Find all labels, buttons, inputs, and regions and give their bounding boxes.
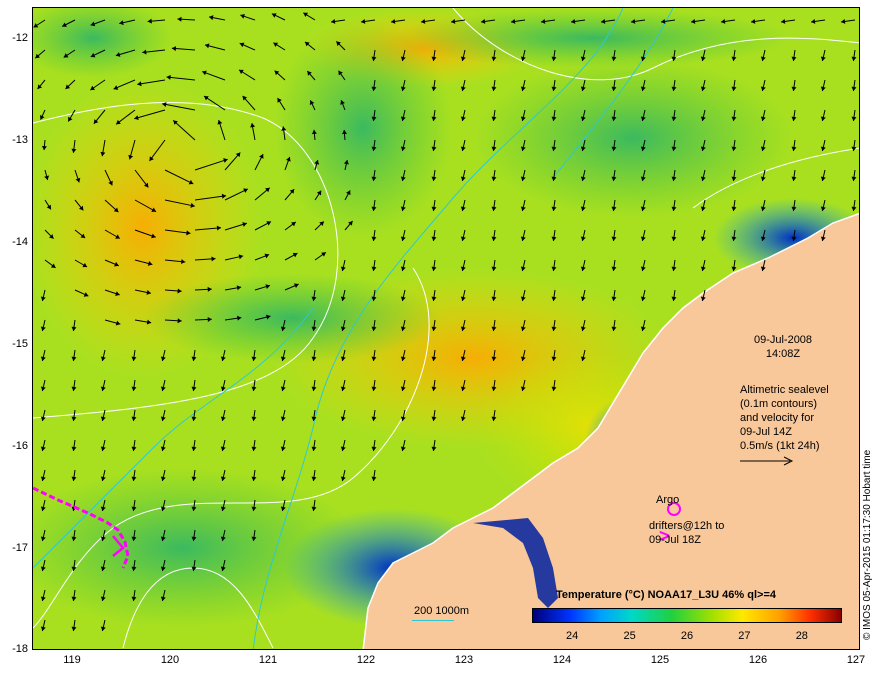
lon-tick: 126	[748, 654, 768, 666]
altimetry-line: Altimetric sealevel	[740, 384, 829, 396]
lon-tick: 119	[63, 654, 81, 666]
colorbar-tick: 26	[680, 630, 694, 642]
credit-text: © IMOS 05-Apr-2015 01:17:30 Hobart time	[862, 449, 873, 640]
lon-tick: 125	[650, 654, 670, 666]
altimetry-line: 09-Jul 14Z	[740, 426, 792, 438]
lat-tick: -17	[12, 542, 28, 554]
lat-tick: -15	[12, 338, 28, 350]
map-time: 14:08Z	[765, 348, 801, 360]
altimetry-note: Altimetric sealevel (0.1m contours) and …	[740, 383, 829, 453]
lat-tick: -13	[12, 134, 28, 146]
colorbar-tick: 24	[566, 630, 579, 642]
argo-label: Argo	[656, 494, 680, 506]
lat-tick: -12	[12, 32, 28, 44]
drifters-label: drifters@12h to 09-Jul 18Z	[649, 519, 724, 547]
lon-tick: 120	[160, 654, 180, 666]
velocity-scale-arrow	[740, 456, 794, 466]
colorbar-tick: 25	[623, 630, 636, 642]
map-date: 09-Jul-2008	[753, 334, 813, 346]
lat-tick: -14	[12, 236, 28, 248]
colorbar-tick: 28	[795, 630, 808, 642]
isobath-legend-line	[412, 620, 454, 621]
map-date-block: 09-Jul-2008 14:08Z	[738, 333, 828, 361]
depth-scale-label: 200 1000m	[414, 605, 470, 617]
lat-tick: -18	[12, 643, 28, 655]
temperature-colorbar	[532, 608, 842, 623]
colorbar-tick: 27	[738, 630, 751, 642]
lon-tick: 121	[258, 654, 278, 666]
altimetry-line: and velocity for	[740, 412, 814, 424]
altimetry-line: (0.1m contours)	[740, 398, 818, 410]
lon-tick: 122	[356, 654, 376, 666]
sst-map-canvas	[33, 8, 859, 649]
lon-tick: 123	[454, 654, 474, 666]
lat-tick: -16	[12, 440, 28, 452]
colorbar-title: Temperature (°C) NOAA17_L3U 46% ql>=4	[556, 589, 776, 601]
lon-tick: 124	[552, 654, 572, 666]
sst-map[interactable]: >	[32, 7, 860, 650]
drifters-line: drifters@12h to	[649, 520, 725, 532]
lon-tick: 127	[846, 654, 866, 666]
drifters-line: 09-Jul 18Z	[649, 534, 701, 546]
altimetry-line: 0.5m/s (1kt 24h)	[740, 440, 820, 452]
